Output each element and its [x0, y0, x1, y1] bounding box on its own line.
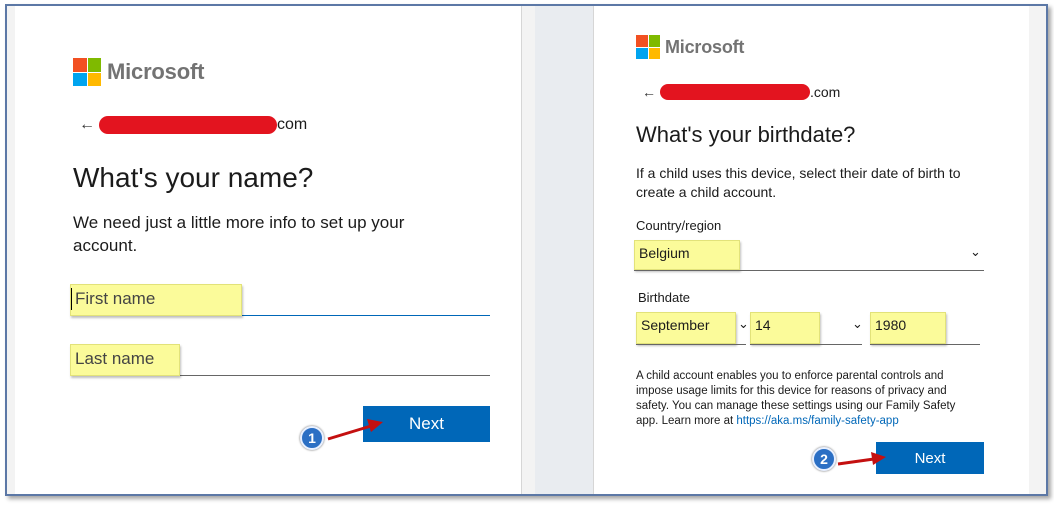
year-input[interactable]: 1980	[870, 312, 946, 344]
chevron-down-icon[interactable]: ⌄	[970, 244, 981, 260]
chevron-down-icon[interactable]: ⌄	[738, 316, 749, 332]
email-suffix: .com	[810, 84, 841, 100]
day-underline	[750, 344, 862, 345]
child-account-info: A child account enables you to enforce p…	[636, 369, 966, 429]
next-button[interactable]: Next	[876, 442, 984, 474]
redacted-email	[660, 84, 810, 100]
microsoft-logo-icon	[73, 58, 101, 86]
identity-banner[interactable]: ← com	[79, 116, 307, 134]
chevron-down-icon[interactable]: ⌄	[852, 316, 863, 332]
day-select[interactable]: 14	[750, 312, 820, 344]
first-name-input[interactable]: First name	[70, 284, 242, 316]
logo-text: Microsoft	[665, 36, 745, 57]
family-safety-link[interactable]: https://aka.ms/family-safety-app	[736, 415, 898, 427]
birthdate-step-panel: Microsoft ← .com What's your birthdate? …	[593, 6, 1029, 494]
year-underline	[870, 344, 980, 345]
microsoft-logo: Microsoft	[636, 35, 744, 59]
redacted-email	[99, 116, 277, 134]
page-title: What's your name?	[73, 162, 314, 193]
country-select[interactable]: Belgium	[634, 240, 740, 270]
page-title: What's your birthdate?	[636, 122, 856, 147]
screenshot-frame: Microsoft ← com What's your name? We nee…	[5, 4, 1048, 496]
month-underline	[636, 344, 746, 345]
country-underline	[634, 270, 984, 271]
identity-banner[interactable]: ← .com	[642, 84, 840, 100]
first-name-field[interactable]: First name	[70, 284, 490, 316]
birthdate-label: Birthdate	[638, 290, 691, 305]
red-arrow-annotation-icon	[327, 419, 383, 441]
email-suffix: com	[277, 116, 308, 133]
panel-divider	[535, 6, 593, 494]
page-description: If a child uses this device, select thei…	[636, 165, 961, 200]
step-badge-2: 2	[812, 447, 836, 471]
back-arrow-icon[interactable]: ←	[642, 84, 656, 100]
name-step-panel: Microsoft ← com What's your name? We nee…	[15, 6, 522, 494]
last-name-field[interactable]: Last name	[70, 344, 490, 376]
last-name-input[interactable]: Last name	[70, 344, 180, 376]
microsoft-logo-icon	[636, 35, 660, 59]
month-select[interactable]: September	[636, 312, 736, 344]
page-description: We need just a little more info to set u…	[73, 213, 405, 255]
red-arrow-annotation-icon	[837, 452, 886, 466]
country-label: Country/region	[636, 218, 722, 233]
microsoft-logo: Microsoft	[73, 58, 204, 86]
step-badge-1: 1	[300, 426, 324, 450]
logo-text: Microsoft	[107, 59, 205, 84]
text-caret	[71, 288, 72, 310]
back-arrow-icon[interactable]: ←	[79, 116, 95, 134]
